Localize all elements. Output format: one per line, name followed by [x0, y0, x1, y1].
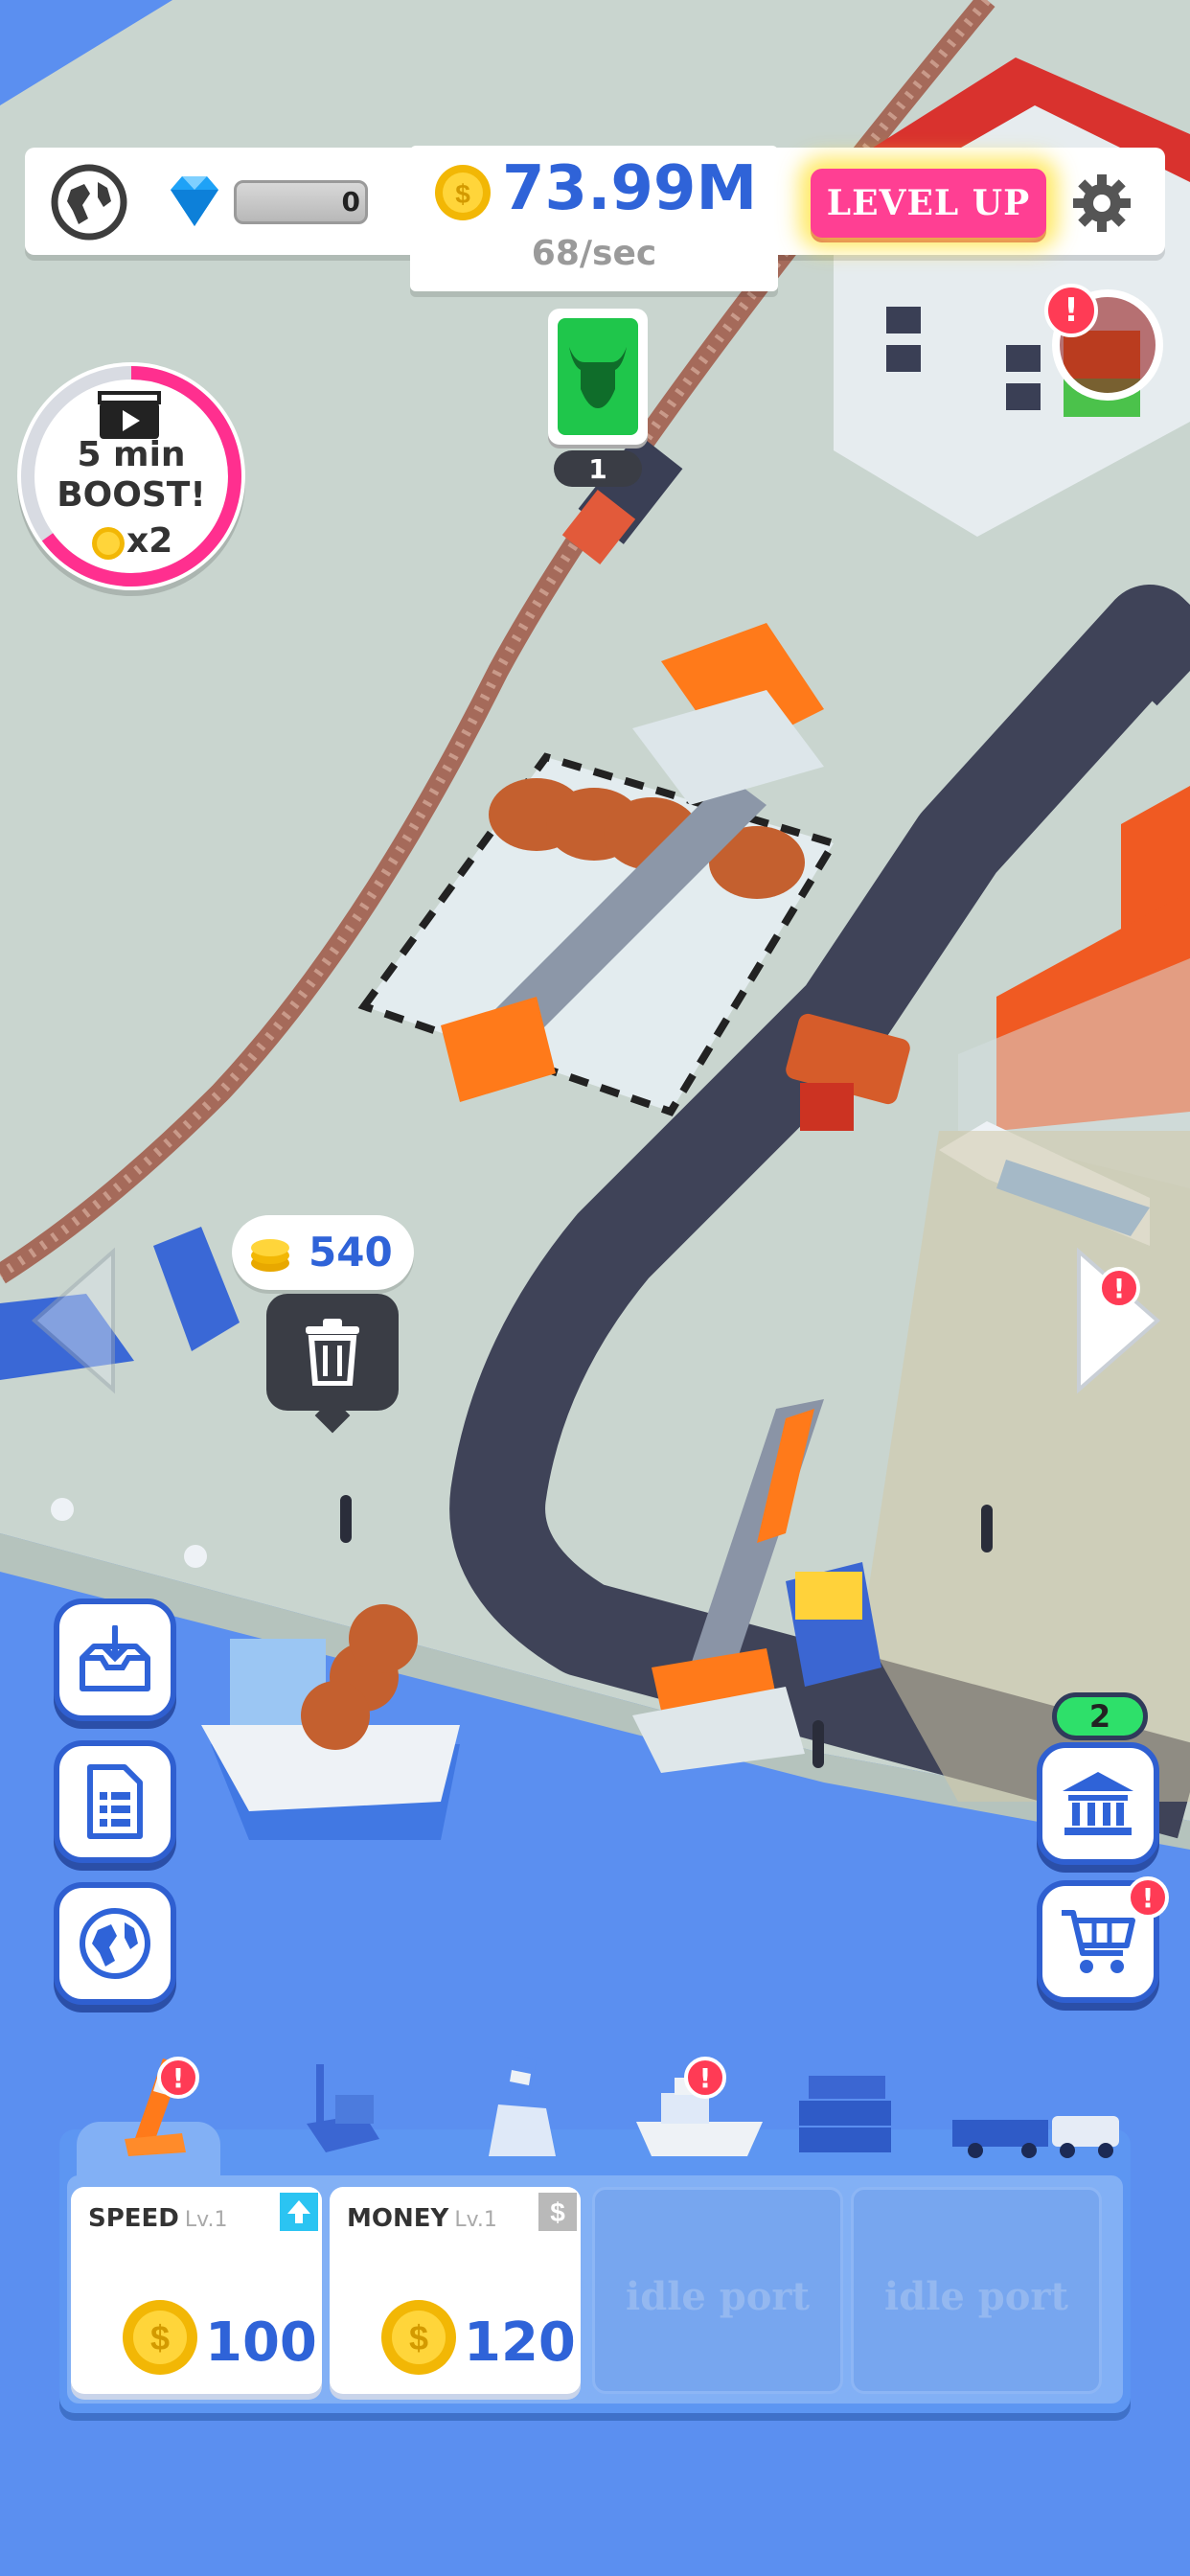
video-icon	[98, 391, 161, 439]
diamond-icon	[171, 176, 218, 226]
coin-icon	[92, 527, 125, 560]
cargo-count-pill: 1	[554, 450, 642, 487]
coin-icon: $	[435, 165, 491, 220]
boost-line1: 5 min	[77, 435, 186, 474]
world-map-button[interactable]	[54, 1882, 176, 2005]
svg-text:$: $	[150, 2318, 170, 2358]
bank-button[interactable]	[1037, 1742, 1159, 1865]
globe-icon	[80, 1908, 150, 1979]
bank-icon	[1063, 1772, 1133, 1835]
money-panel: $ 73.99M 68/sec	[410, 146, 778, 291]
bank-count-pill: 2	[1052, 1692, 1148, 1740]
gem-counter[interactable]: 0	[161, 172, 370, 234]
money-upgrade-price: 120	[464, 2312, 576, 2374]
svg-text:$: $	[550, 2197, 565, 2227]
inbox-button[interactable]	[54, 1598, 176, 1721]
boost-button[interactable]: 5 min BOOST! x2	[17, 362, 245, 590]
document-icon	[87, 1764, 143, 1839]
idle-port-label: idle port	[884, 2274, 1068, 2319]
boost-line2: BOOST!	[57, 475, 206, 515]
money-upgrade-card[interactable]: MONEY Lv.1 $ $ 120	[330, 2187, 581, 2394]
gem-count: 0	[341, 186, 360, 218]
idle-port-label: idle port	[626, 2274, 810, 2319]
tab-trucks[interactable]	[949, 2049, 1131, 2174]
level-up-button[interactable]: LEVEL UP	[811, 169, 1046, 238]
forklift-icon	[307, 2064, 379, 2152]
demolish-button[interactable]	[266, 1294, 399, 1434]
money-upgrade-name: MONEY Lv.1	[347, 2204, 497, 2233]
tab-forklift[interactable]	[268, 2049, 402, 2174]
idle-port-card: idle port	[592, 2187, 843, 2394]
settings-button[interactable]	[1071, 172, 1133, 234]
tab-ship-alert-badge: !	[684, 2057, 726, 2099]
tab-containers[interactable]	[795, 2049, 929, 2174]
cargo-count: 1	[588, 452, 607, 485]
level-up-label: LEVEL UP	[826, 183, 1031, 223]
speed-up-tag	[280, 2193, 318, 2231]
coin-icon: $	[381, 2300, 456, 2375]
speed-upgrade-name: SPEED Lv.1	[88, 2204, 228, 2233]
coin-icon: $	[123, 2300, 197, 2375]
game-screen: { "colors": { "ground": "#c9d5cf", "wate…	[0, 0, 1190, 2576]
up-arrow-icon	[287, 2200, 310, 2223]
chevron-left-icon	[31, 1247, 115, 1394]
tab-crane-alert-badge: !	[157, 2057, 199, 2099]
bull-icon	[569, 347, 627, 408]
tab-tower[interactable]	[450, 2049, 584, 2174]
boost-multiplier: x2	[126, 521, 173, 561]
money-tag: $	[538, 2193, 577, 2231]
tower-icon	[489, 2055, 556, 2156]
dollar-icon: $	[550, 2197, 565, 2227]
money-amount: 73.99M	[502, 153, 758, 224]
container-icon	[799, 2076, 891, 2152]
svg-text:$: $	[455, 179, 470, 209]
bank-count: 2	[1088, 1698, 1111, 1735]
coin-stack-icon	[251, 1239, 289, 1272]
speed-upgrade-price: 100	[205, 2312, 317, 2374]
idle-port-card: idle port	[851, 2187, 1102, 2394]
prev-area-arrow[interactable]	[27, 1246, 119, 1395]
report-button[interactable]	[54, 1740, 176, 1863]
trash-icon	[306, 1319, 359, 1386]
inbox-download-icon	[80, 1625, 150, 1691]
shop-alert-badge: !	[1127, 1876, 1169, 1919]
demolish-price: 540	[309, 1229, 393, 1276]
next-area-alert-badge: !	[1098, 1267, 1140, 1309]
truck-icon	[952, 2116, 1119, 2158]
factory-alert-badge: !	[1044, 284, 1098, 337]
cart-icon	[1062, 1910, 1135, 1973]
cargo-card	[548, 309, 648, 445]
globe-icon	[51, 164, 127, 241]
gear-icon	[1073, 174, 1131, 232]
speed-upgrade-card[interactable]: SPEED Lv.1 $ 100	[71, 2187, 322, 2394]
train-cargo-indicator[interactable]: 1	[548, 309, 648, 487]
demolish-price-bubble: 540	[232, 1215, 414, 1290]
globe-button[interactable]	[50, 163, 128, 242]
svg-text:$: $	[409, 2318, 428, 2358]
income-rate: 68/sec	[531, 234, 657, 273]
